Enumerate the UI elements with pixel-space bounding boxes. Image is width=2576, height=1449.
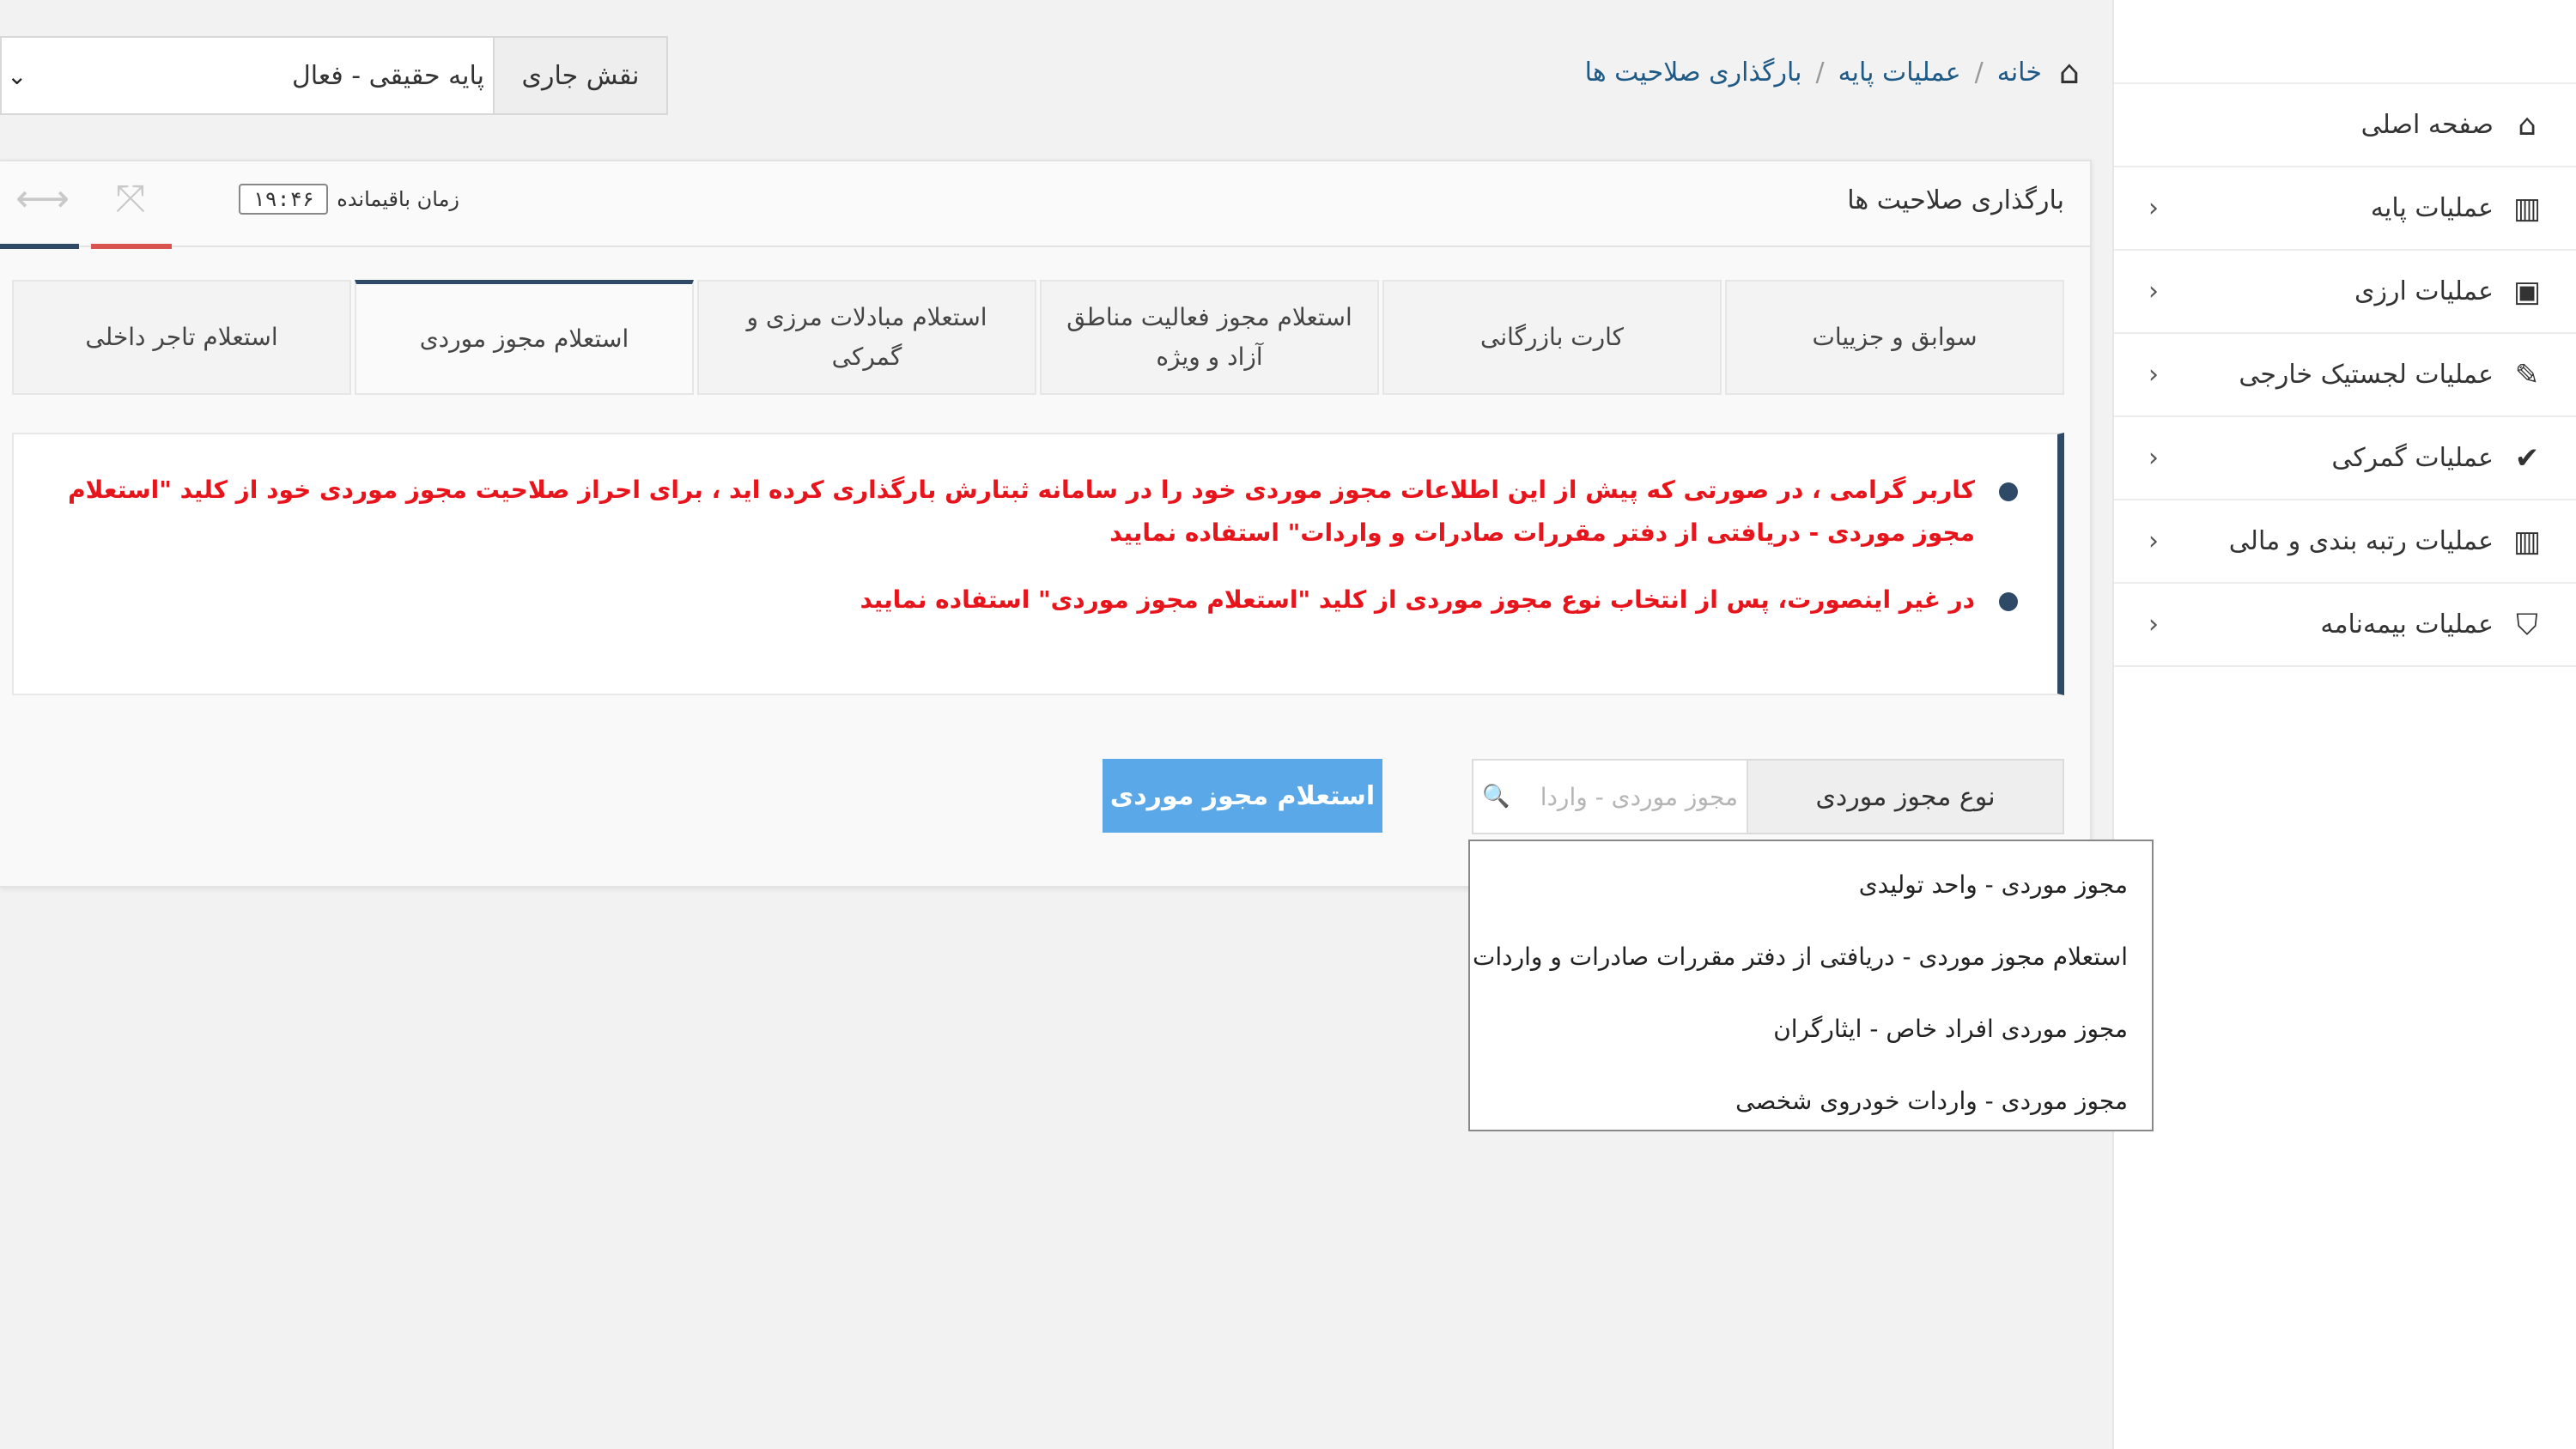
sidebar-header [2114,0,2576,84]
sidebar-item-label: عملیات رتبه بندی و مالی [2228,526,2494,556]
panel-tools: ⟷ ⤧ ۱۹:۴۶ زمان باقیمانده [15,177,459,221]
tab-border-exchange[interactable]: استعلام مبادلات مرزی و گمرکی [697,280,1036,395]
remaining-time: ۱۹:۴۶ زمان باقیمانده [239,183,460,215]
notice-item: در غیر اینصورت، پس از انتخاب نوع مجوز مو… [48,579,2018,621]
sidebar-item-label: عملیات لجستیک خارجی [2239,360,2494,390]
topbar: ⌂ خانه / عملیات پایه / بارگذاری صلاحیت ه… [0,0,2111,160]
breadcrumb-current[interactable]: بارگذاری صلاحیت ها [1585,58,1802,88]
sidebar-item-currency-operations[interactable]: ▣ عملیات ارزی ‹ [2114,251,2576,334]
breadcrumb-basic-operations[interactable]: عملیات پایه [1838,58,1961,88]
sidebar: ⌂ صفحه اصلی ▥ عملیات پایه ‹ ▣ عملیات ارز… [2112,0,2576,1449]
tool-underline-resize [0,244,79,249]
search-icon: 🔍 [1482,784,1510,809]
notice-box: کاربر گرامی ، در صورتی که پیش از این اطل… [12,433,2064,695]
current-role-select[interactable]: پایه حقیقی - فعال ⌄ [2,38,493,113]
panel-title: بارگذاری صلاحیت ها [1847,185,2064,215]
dropdown-option[interactable]: مجوز موردی - واردات خودروی شخصی [1470,1064,2152,1137]
license-type-search-input[interactable]: مجوز موردی - واردا 🔍 [1472,759,1747,834]
license-type-placeholder: مجوز موردی - واردا [1540,782,1738,811]
expand-icon[interactable]: ⤧ [106,177,155,221]
breadcrumb: ⌂ خانه / عملیات پایه / بارگذاری صلاحیت ه… [1585,53,2080,91]
chevron-left-icon: ‹ [2148,360,2159,390]
tab-history-details[interactable]: سوابق و جزییات [1725,280,2064,395]
current-role-value: پایه حقیقی - فعال [291,60,484,91]
home-icon[interactable]: ⌂ [2059,53,2080,91]
current-role-label: نقش جاری [493,38,666,113]
notice-item: کاربر گرامی ، در صورتی که پیش از این اطل… [48,469,2018,555]
breadcrumb-separator: / [1815,57,1825,88]
shield-icon: ⛉ [2516,607,2538,642]
check-icon: ✔ [2514,440,2540,476]
sidebar-item-label: عملیات بیمه‌نامه [2320,609,2494,640]
bullet-icon [1999,592,2018,611]
license-type-label: نوع مجوز موردی [1747,759,2064,834]
current-role-box: نقش جاری پایه حقیقی - فعال ⌄ [0,36,668,115]
notice-text: کاربر گرامی ، در صورتی که پیش از این اطل… [68,476,1975,547]
tab-domestic-trader[interactable]: استعلام تاجر داخلی [12,280,351,395]
main-panel: بارگذاری صلاحیت ها ⟷ ⤧ ۱۹:۴۶ زمان باقیما… [0,160,2092,888]
chevron-left-icon: ‹ [2148,609,2159,640]
breadcrumb-home[interactable]: خانه [1997,58,2042,88]
chevron-left-icon: ‹ [2148,193,2159,223]
sidebar-item-label: صفحه اصلی [2360,110,2494,140]
resize-icon[interactable]: ⟷ [15,177,70,221]
bar-chart-icon: ▥ [2512,191,2542,226]
chevron-left-icon: ‹ [2148,443,2159,473]
money-icon: ▣ [2512,274,2542,309]
license-type-row: نوع مجوز موردی مجوز موردی - واردا 🔍 [1472,759,2064,834]
chevron-left-icon: ‹ [2148,276,2159,306]
sidebar-item-logistics-operations[interactable]: ✎ عملیات لجستیک خارجی ‹ [2114,334,2576,417]
dropdown-option[interactable]: مجوز موردی افراد خاص - ایثارگران [1470,992,2152,1064]
tab-case-license[interactable]: استعلام مجوز موردی [355,280,694,395]
tool-underline-expand [91,244,172,249]
sidebar-item-label: عملیات گمرکی [2331,443,2494,473]
sidebar-item-basic-operations[interactable]: ▥ عملیات پایه ‹ [2114,167,2576,251]
home-icon: ⌂ [2518,107,2537,142]
chevron-left-icon: ‹ [2148,526,2159,556]
sidebar-item-label: عملیات ارزی [2354,276,2494,306]
sidebar-item-rating-operations[interactable]: ▥ عملیات رتبه بندی و مالی ‹ [2114,500,2576,584]
case-license-inquiry-button[interactable]: استعلام مجوز موردی [1103,759,1382,833]
edit-icon: ✎ [2514,357,2540,392]
dropdown-option[interactable]: مجوز موردی - واحد تولیدی [1470,848,2152,920]
notice-text: در غیر اینصورت، پس از انتخاب نوع مجوز مو… [860,585,1976,614]
bar-chart-icon: ▥ [2512,524,2542,559]
sidebar-item-label: عملیات پایه [2370,193,2494,223]
timer-label: زمان باقیمانده [337,186,460,211]
sidebar-item-insurance-operations[interactable]: ⛉ عملیات بیمه‌نامه ‹ [2114,584,2576,667]
breadcrumb-separator: / [1974,57,1984,88]
timer-value: ۱۹:۴۶ [239,183,329,215]
bullet-icon [1999,482,2018,501]
sidebar-item-customs-operations[interactable]: ✔ عملیات گمرکی ‹ [2114,417,2576,500]
dropdown-option[interactable]: استعلام مجوز موردی - دریافتی از دفتر مقر… [1470,920,2152,992]
tab-commercial-card[interactable]: کارت بازرگانی [1382,280,1722,395]
chevron-down-icon: ⌄ [7,61,27,90]
tabs: سوابق و جزییات کارت بازرگانی استعلام مجو… [12,280,2064,395]
tab-free-zone-license[interactable]: استعلام مجوز فعالیت مناطق آزاد و ویژه [1040,280,1379,395]
panel-header: بارگذاری صلاحیت ها ⟷ ⤧ ۱۹:۴۶ زمان باقیما… [0,161,2090,249]
license-type-dropdown: مجوز موردی - واحد تولیدی استعلام مجوز مو… [1468,840,2154,1131]
sidebar-item-home[interactable]: ⌂ صفحه اصلی [2114,84,2576,167]
